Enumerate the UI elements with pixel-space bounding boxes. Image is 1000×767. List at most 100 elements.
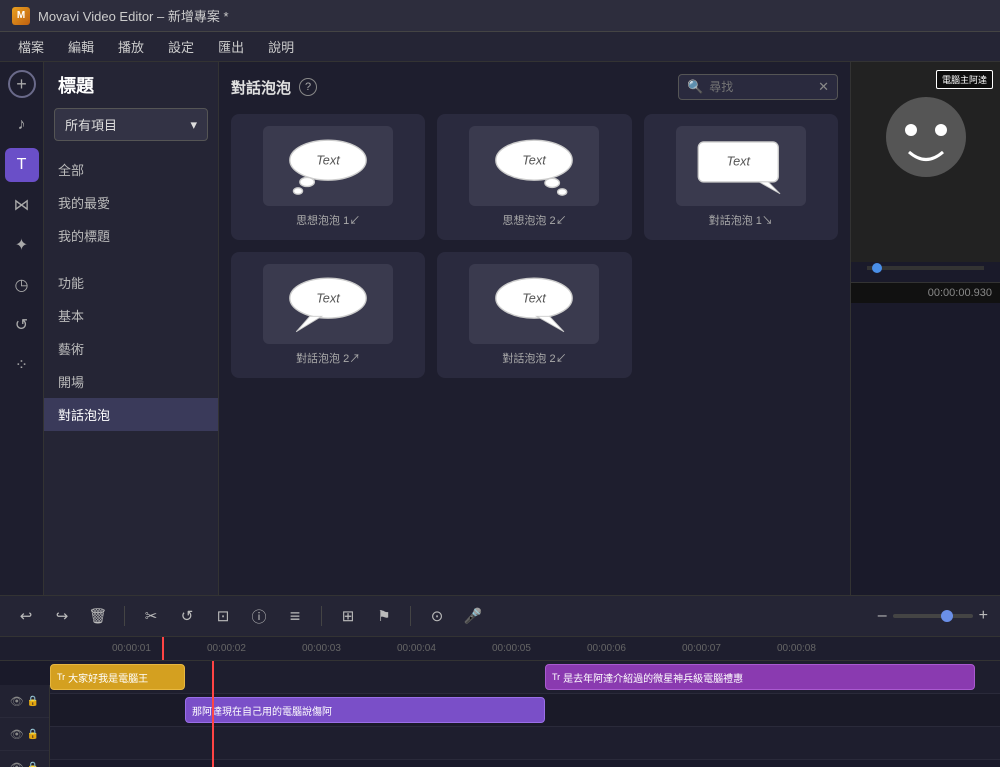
category-functional[interactable]: 功能 — [44, 266, 218, 299]
add-media-button[interactable]: + — [8, 70, 36, 98]
bubble-grid: Text 思想泡泡 1↙ Text 思想泡泡 2↙ — [231, 114, 838, 378]
thought-bubble-1-svg: Text — [278, 134, 378, 199]
bubble-item-speech3[interactable]: Text 對話泡泡 2↙ — [437, 252, 631, 378]
bubble-label-thought1: 思想泡泡 1↙ — [296, 212, 360, 228]
menu-item-設定[interactable]: 設定 — [158, 33, 204, 60]
bubble-canvas-speech2: Text — [263, 264, 393, 344]
timeline-toolbar: ↩ ↪ 🗑 ✂ ↺ ⊡ ⓘ ≡ ⊞ ⚑ ⊙ 🎤 – + — [0, 595, 1000, 637]
preview-panel: 電腦主阿達 00:00:00.930 — [850, 62, 1000, 595]
clip-text-3[interactable]: Tr 是去年阿達介紹過的微星神兵級電腦禮惠 — [545, 664, 975, 690]
mic-button[interactable]: 🎤 — [459, 602, 487, 630]
track-left-controls: 👁 🔒 👁 🔒 👁 🔒 + — [0, 685, 50, 767]
category-opening[interactable]: 開場 — [44, 365, 218, 398]
svg-text:Text: Text — [316, 290, 340, 305]
main-area: + ♪ T ⋈ ✦ ◷ ↺ ⁘ 標題 所有項目 ▾ 全部 我的最愛 我的標題 功… — [0, 62, 1000, 595]
flag-button[interactable]: ⚑ — [370, 602, 398, 630]
eye-icon-2[interactable]: 👁 — [10, 728, 24, 741]
track-row-1: Tr 大家好我是電腦王 Tr 是去年阿達介紹過的微星神兵級電腦禮惠 — [50, 661, 1000, 694]
clear-search-icon[interactable]: ✕ — [818, 79, 829, 95]
search-icon: 🔍 — [687, 79, 703, 95]
zoom-slider-thumb[interactable] — [941, 610, 953, 622]
sidebar-text-btn[interactable]: T — [5, 148, 39, 182]
info-button[interactable]: ⓘ — [245, 602, 273, 630]
clip-video-1[interactable]: 那阿達現在自己用的電腦說傷阿 — [185, 697, 545, 723]
zoom-audio-button[interactable]: ⊙ — [423, 602, 451, 630]
content-header: 對話泡泡 ? 🔍 ✕ — [231, 74, 838, 100]
toolbar-separator-2 — [321, 606, 322, 626]
search-box[interactable]: 🔍 ✕ — [678, 74, 838, 100]
timeline: 00:00:01 00:00:02 00:00:03 00:00:04 00:0… — [0, 637, 1000, 767]
time-mark-7: 00:00:07 — [682, 643, 721, 654]
help-icon[interactable]: ? — [299, 78, 317, 96]
app-icon: M — [12, 7, 30, 25]
lock-icon-1[interactable]: 🔒 — [27, 696, 39, 707]
svg-text:Text: Text — [726, 153, 750, 168]
track-row-2: 那阿達現在自己用的電腦說傷阿 — [50, 694, 1000, 727]
rotate-button[interactable]: ↺ — [173, 602, 201, 630]
eye-icon-1[interactable]: 👁 — [10, 695, 24, 708]
delete-button[interactable]: 🗑 — [84, 602, 112, 630]
svg-text:Text: Text — [523, 290, 547, 305]
preview-scrubber[interactable] — [867, 266, 984, 270]
bubble-label-speech2: 對話泡泡 2↗ — [296, 350, 360, 366]
redo-button[interactable]: ↪ — [48, 602, 76, 630]
time-mark-6: 00:00:06 — [587, 643, 626, 654]
svg-text:Text: Text — [316, 152, 340, 167]
menu-item-說明[interactable]: 說明 — [258, 33, 304, 60]
chevron-down-icon: ▾ — [190, 117, 197, 133]
preview-frame-svg — [851, 62, 1000, 262]
filter-button[interactable]: ≡ — [281, 602, 309, 630]
category-favorites[interactable]: 我的最愛 — [44, 186, 218, 219]
time-mark-4: 00:00:04 — [397, 643, 436, 654]
thought-bubble-2-svg: Text — [484, 134, 584, 199]
category-dropdown[interactable]: 所有項目 ▾ — [54, 108, 208, 141]
search-input[interactable] — [709, 80, 812, 94]
undo-button[interactable]: ↩ — [12, 602, 40, 630]
bubble-item-speech2[interactable]: Text 對話泡泡 2↗ — [231, 252, 425, 378]
cut-button[interactable]: ✂ — [137, 602, 165, 630]
bubble-item-thought1[interactable]: Text 思想泡泡 1↙ — [231, 114, 425, 240]
scrubber-handle[interactable] — [872, 263, 882, 273]
clip-text-1[interactable]: Tr 大家好我是電腦王 — [50, 664, 185, 690]
time-mark-1: 00:00:01 — [112, 643, 151, 654]
track-row-3 — [50, 727, 1000, 760]
toolbar-separator-3 — [410, 606, 411, 626]
track-area: 👁 🔒 👁 🔒 👁 🔒 + Tr 大家好我是電腦王 — [0, 661, 1000, 767]
category-my-titles[interactable]: 我的標題 — [44, 219, 218, 252]
menu-item-檔案[interactable]: 檔案 — [8, 33, 54, 60]
lock-icon-3[interactable]: 🔒 — [27, 762, 39, 767]
category-all[interactable]: 全部 — [44, 153, 218, 186]
zoom-slider[interactable] — [893, 614, 973, 618]
preview-overlay-label: 電腦主阿達 — [936, 70, 993, 89]
menu-item-播放[interactable]: 播放 — [108, 33, 154, 60]
bubble-label-speech1: 對話泡泡 1↘ — [709, 212, 773, 228]
category-speech-bubble[interactable]: 對話泡泡 — [44, 398, 218, 431]
category-art[interactable]: 藝術 — [44, 332, 218, 365]
menu-item-匯出[interactable]: 匯出 — [208, 33, 254, 60]
fit-button[interactable]: ⊞ — [334, 602, 362, 630]
zoom-minus-button[interactable]: – — [878, 607, 887, 625]
clip-icon-1: Tr — [57, 672, 65, 682]
zoom-plus-button[interactable]: + — [979, 607, 988, 625]
sidebar-transitions-btn[interactable]: ⋈ — [5, 188, 39, 222]
sidebar-music-btn[interactable]: ♪ — [5, 108, 39, 142]
track-ctrl-3: 👁 🔒 — [0, 751, 49, 767]
sidebar-color-btn[interactable]: ◷ — [5, 268, 39, 302]
sidebar-effects-btn[interactable]: ✦ — [5, 228, 39, 262]
speech-bubble-1-svg: Text — [691, 134, 791, 199]
menu-item-編輯[interactable]: 編輯 — [58, 33, 104, 60]
bubble-item-speech1[interactable]: Text 對話泡泡 1↘ — [644, 114, 838, 240]
track-ctrl-2: 👁 🔒 — [0, 718, 49, 751]
bubble-item-thought2[interactable]: Text 思想泡泡 2↙ — [437, 114, 631, 240]
page-title: 標題 — [44, 72, 218, 108]
playhead-track-line — [212, 661, 214, 767]
category-basic[interactable]: 基本 — [44, 299, 218, 332]
lock-icon-2[interactable]: 🔒 — [27, 729, 39, 740]
zoom-controls: – + — [878, 607, 988, 625]
clip-icon-3: Tr — [552, 672, 560, 682]
sidebar-stickers-btn[interactable]: ⁘ — [5, 348, 39, 382]
content-panel: 對話泡泡 ? 🔍 ✕ Text 思想泡泡 — [219, 62, 850, 595]
sidebar-motion-btn[interactable]: ↺ — [5, 308, 39, 342]
crop-button[interactable]: ⊡ — [209, 602, 237, 630]
playhead[interactable] — [162, 637, 164, 660]
